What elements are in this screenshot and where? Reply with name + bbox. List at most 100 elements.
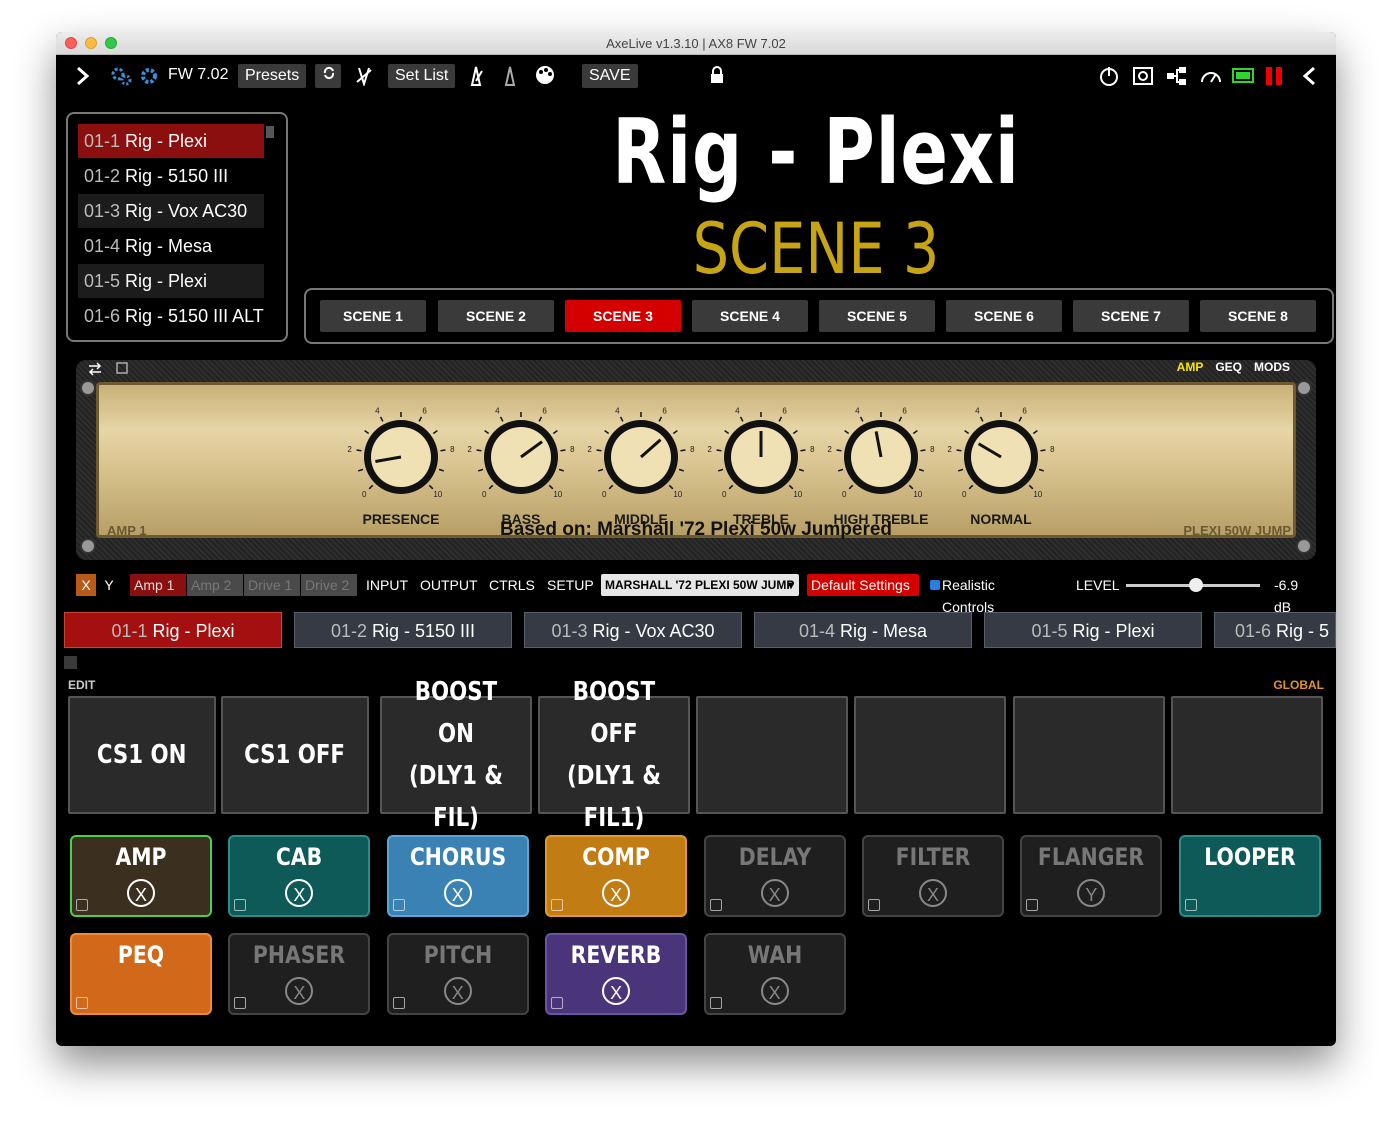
footswitch[interactable]: BOOST ON (DLY1 & FIL) <box>380 677 532 833</box>
knob-dial-icon[interactable]: 0 2 4 6 8 10 <box>466 407 576 507</box>
gear-icon[interactable] <box>140 67 158 85</box>
block-tile[interactable]: CHORUS X <box>386 835 529 917</box>
lock-icon[interactable] <box>710 66 724 84</box>
presets-button[interactable]: Presets <box>238 64 307 88</box>
footswitch[interactable] <box>696 696 848 814</box>
footswitch[interactable]: CS1 ON <box>68 696 216 814</box>
tab-input[interactable]: INPUT <box>362 574 412 596</box>
block-settings-icon[interactable] <box>709 997 722 1009</box>
swap-icon[interactable] <box>88 362 102 376</box>
block-settings-icon[interactable] <box>76 899 88 911</box>
metronome-off-icon[interactable] <box>502 65 518 87</box>
block-settings-icon[interactable] <box>392 997 405 1009</box>
knob-dial-icon[interactable]: 0 2 4 6 8 10 <box>946 407 1056 507</box>
amp-knob[interactable]: 0 2 4 6 8 10 PRESENCE <box>346 407 456 537</box>
block-settings-icon[interactable] <box>709 899 722 911</box>
scene-button[interactable]: SCENE 3 <box>565 300 681 332</box>
tab-amp2[interactable]: Amp 2 <box>187 574 243 596</box>
camera-icon[interactable] <box>1132 64 1154 86</box>
block-tile[interactable]: PHASER X <box>228 933 371 1015</box>
footswitch[interactable] <box>1013 696 1165 814</box>
tab-ctrls[interactable]: CTRLS <box>485 574 539 596</box>
tab-mods[interactable]: MODS <box>1254 360 1290 374</box>
block-tile[interactable]: LOOPER <box>1178 835 1321 917</box>
scene-button[interactable]: SCENE 6 <box>946 300 1062 332</box>
amp-knob[interactable]: 0 2 4 6 8 10 BASS <box>466 407 576 537</box>
block-tile[interactable]: COMP X <box>545 835 688 917</box>
block-tile[interactable]: REVERB X <box>545 933 688 1015</box>
block-tile[interactable]: PITCH X <box>386 933 529 1015</box>
y-button[interactable]: Y <box>99 574 119 596</box>
block-settings-icon[interactable] <box>1026 899 1039 911</box>
gears-icon[interactable] <box>110 66 132 86</box>
preset-list-item[interactable]: 01-3 Rig - Vox AC30 <box>78 194 264 228</box>
block-tile[interactable]: CAB X <box>228 835 371 917</box>
xy-state-icon[interactable]: X <box>443 879 472 907</box>
tab-drive2[interactable]: Drive 2 <box>301 574 357 596</box>
x-button[interactable]: X <box>76 574 96 596</box>
level-slider-thumb[interactable] <box>1188 578 1203 592</box>
scrollbar-thumb[interactable] <box>266 126 274 138</box>
block-settings-icon[interactable] <box>1184 899 1197 911</box>
tab-amp[interactable]: AMP <box>1177 360 1204 374</box>
block-tile[interactable]: WAH X <box>703 933 846 1015</box>
block-settings-icon[interactable] <box>551 997 564 1009</box>
xy-state-icon[interactable]: X <box>919 879 947 907</box>
preset-strip-item[interactable]: 01-6 Rig - 5 <box>1214 612 1336 648</box>
knob-dial-icon[interactable]: 0 2 4 6 8 10 <box>346 407 456 507</box>
knob-dial-icon[interactable]: 0 2 4 6 8 10 <box>706 407 816 507</box>
xy-state-icon[interactable]: X <box>760 879 789 907</box>
tab-output[interactable]: OUTPUT <box>416 574 482 596</box>
footswitch[interactable]: CS1 OFF <box>221 696 369 814</box>
set-list-button[interactable]: Set List <box>388 64 456 88</box>
scene-button[interactable]: SCENE 8 <box>1200 300 1316 332</box>
block-settings-icon[interactable] <box>234 899 247 911</box>
preset-list-item[interactable]: 01-2 Rig - 5150 III <box>78 159 264 193</box>
scene-button[interactable]: SCENE 2 <box>438 300 554 332</box>
block-settings-icon[interactable] <box>234 997 247 1009</box>
xy-state-icon[interactable]: X <box>602 879 631 907</box>
amp-knob[interactable]: 0 2 4 6 8 10 HIGH TREBLE <box>826 407 936 537</box>
chevron-left-icon[interactable] <box>1302 66 1316 86</box>
block-tile[interactable]: FILTER X <box>862 835 1004 917</box>
block-settings-icon[interactable] <box>76 997 88 1009</box>
power-icon[interactable] <box>1098 65 1120 87</box>
amp-knob[interactable]: 0 2 4 6 8 10 TREBLE <box>706 407 816 537</box>
tuner-fork-icon[interactable] <box>355 66 373 86</box>
xy-state-icon[interactable]: X <box>602 977 631 1005</box>
preset-strip-item[interactable]: 01-3 Rig - Vox AC30 <box>524 612 742 648</box>
footswitch[interactable]: BOOST OFF (DLY1 & FIL1) <box>538 677 690 833</box>
xy-state-icon[interactable]: Y <box>1077 879 1106 907</box>
block-settings-icon[interactable] <box>551 899 564 911</box>
edit-toggle[interactable] <box>64 656 77 669</box>
routing-grid-icon[interactable] <box>1166 65 1188 87</box>
scene-button[interactable]: SCENE 4 <box>692 300 808 332</box>
knob-dial-icon[interactable]: 0 2 4 6 8 10 <box>586 407 696 507</box>
amp-model-select[interactable]: MARSHALL '72 PLEXI 50W JUMP ▾ <box>601 574 799 596</box>
preset-list-item[interactable]: 01-6 Rig - 5150 III ALT <box>78 299 264 333</box>
xy-state-icon[interactable]: X <box>760 977 789 1005</box>
tab-drive1[interactable]: Drive 1 <box>244 574 300 596</box>
tab-geq[interactable]: GEQ <box>1215 360 1242 374</box>
preset-strip-item[interactable]: 01-1 Rig - Plexi <box>64 612 282 648</box>
footswitch[interactable] <box>1171 696 1323 814</box>
refresh-button[interactable] <box>315 64 341 88</box>
block-settings-icon[interactable] <box>392 899 405 911</box>
block-tile[interactable]: FLANGER Y <box>1020 835 1163 917</box>
preset-list-item[interactable]: 01-4 Rig - Mesa <box>78 229 264 263</box>
scene-button[interactable]: SCENE 5 <box>819 300 935 332</box>
preset-list-item[interactable]: 01-1 Rig - Plexi <box>78 124 264 158</box>
preset-strip-item[interactable]: 01-2 Rig - 5150 III <box>294 612 512 648</box>
pause-icon[interactable] <box>1264 66 1284 86</box>
palette-icon[interactable] <box>534 64 556 86</box>
scene-button[interactable]: SCENE 1 <box>320 300 426 332</box>
block-tile[interactable]: DELAY X <box>703 835 846 917</box>
footswitch[interactable] <box>854 696 1006 814</box>
metronome-icon[interactable] <box>468 65 484 87</box>
xy-state-icon[interactable]: X <box>443 977 472 1005</box>
knob-dial-icon[interactable]: 0 2 4 6 8 10 <box>826 407 936 507</box>
block-tile[interactable]: PEQ <box>70 933 212 1015</box>
tab-setup[interactable]: SETUP <box>543 574 598 596</box>
save-button[interactable]: SAVE <box>582 64 638 88</box>
tab-amp1[interactable]: Amp 1 <box>130 574 186 596</box>
